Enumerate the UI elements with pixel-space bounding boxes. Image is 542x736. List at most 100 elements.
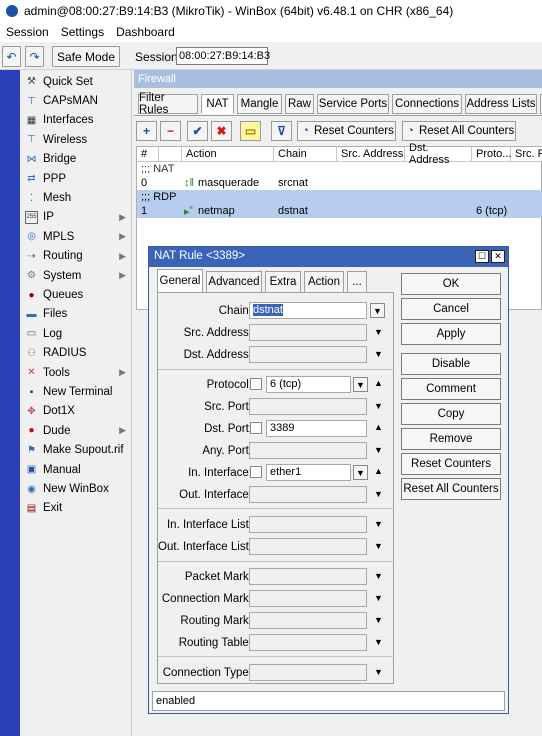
src-address-input[interactable] <box>249 324 367 341</box>
sidebar-item-files[interactable]: ▬ Files <box>20 305 132 324</box>
table-row-comment-rdp[interactable]: ;;; RDP <box>137 190 542 204</box>
sidebar-item-quick-set[interactable]: ⚒ Quick Set <box>20 72 132 91</box>
disable-button[interactable]: Disable <box>401 353 501 375</box>
dst-port-collapse-icon[interactable]: ▲ <box>374 422 383 432</box>
column-header-number[interactable]: # <box>137 147 159 162</box>
enable-icon[interactable]: ✔ <box>187 121 208 141</box>
sidebar-item-ppp[interactable]: ⇄ PPP <box>20 169 132 188</box>
sidebar-item-tools[interactable]: ✕ Tools ▶ <box>20 363 132 382</box>
reset-counters-button[interactable]: ◔ Reset Counters <box>297 121 396 141</box>
tab-filter-rules[interactable]: Filter Rules <box>138 92 198 116</box>
cancel-button[interactable]: Cancel <box>401 298 501 320</box>
reset-counters-button[interactable]: Reset Counters <box>401 453 501 475</box>
connection-mark-expand-icon[interactable]: ▼ <box>374 593 383 603</box>
remove-button[interactable]: Remove <box>401 428 501 450</box>
sidebar-item-mpls[interactable]: ◎ MPLS ▶ <box>20 227 132 246</box>
tab-extra[interactable]: Extra <box>265 271 301 293</box>
table-row-comment-nat[interactable]: ;;; NAT <box>137 162 542 176</box>
src-port-input[interactable] <box>249 398 367 415</box>
out-interface-list-expand-icon[interactable]: ▼ <box>374 541 383 551</box>
sidebar-item-bridge[interactable]: ⋈ Bridge <box>20 150 132 169</box>
any-port-expand-icon[interactable]: ▼ <box>374 445 383 455</box>
sidebar-item-dot1x[interactable]: ✥ Dot1X <box>20 402 132 421</box>
apply-button[interactable]: Apply <box>401 323 501 345</box>
sidebar-item-queues[interactable]: ● Queues <box>20 285 132 304</box>
sidebar-item-ip[interactable]: 255 IP ▶ <box>20 208 132 227</box>
connection-type-expand-icon[interactable]: ▼ <box>374 667 383 677</box>
sidebar-item-exit[interactable]: ▤ Exit <box>20 499 132 518</box>
column-header-chain[interactable]: Chain <box>274 147 337 162</box>
table-row[interactable]: 0 ↕‖ masquerade srcnat <box>137 176 542 190</box>
chain-dropdown-icon[interactable]: ▼ <box>370 303 385 318</box>
sidebar-item-routing[interactable]: ⇢ Routing ▶ <box>20 247 132 266</box>
copy-button[interactable]: Copy <box>401 403 501 425</box>
undo-icon[interactable]: ↶ <box>2 46 21 67</box>
in-interface-collapse-icon[interactable]: ▲ <box>374 466 383 476</box>
in-interface-negate-checkbox[interactable] <box>250 466 262 478</box>
column-header-src-address[interactable]: Src. Address <box>337 147 405 162</box>
sidebar-item-new-terminal[interactable]: ▪ New Terminal <box>20 382 132 401</box>
ok-button[interactable]: OK <box>401 273 501 295</box>
sidebar-item-log[interactable]: ▭ Log <box>20 324 132 343</box>
redo-icon[interactable]: ↷ <box>25 46 44 67</box>
sidebar-item-make-supout-rif[interactable]: ⚑ Make Supout.rif <box>20 441 132 460</box>
column-header-protocol[interactable]: Proto... <box>472 147 511 162</box>
sidebar-item-wireless[interactable]: ⊤ Wireless <box>20 130 132 149</box>
out-interface-input[interactable] <box>249 486 367 503</box>
column-header-dst-address[interactable]: Dst. Address <box>405 142 472 166</box>
src-port-expand-icon[interactable]: ▼ <box>374 401 383 411</box>
routing-mark-expand-icon[interactable]: ▼ <box>374 615 383 625</box>
sidebar-item-dude[interactable]: ● Dude ▶ <box>20 421 132 440</box>
tab-advanced[interactable]: Advanced <box>206 271 262 293</box>
connection-type-input[interactable] <box>249 664 367 681</box>
comment-icon[interactable]: ▭ <box>240 121 261 141</box>
routing-mark-input[interactable] <box>249 612 367 629</box>
dst-address-input[interactable] <box>249 346 367 363</box>
any-port-input[interactable] <box>249 442 367 459</box>
tab-action[interactable]: Action <box>304 271 344 293</box>
packet-mark-input[interactable] <box>249 568 367 585</box>
column-header-action[interactable]: Action <box>182 147 274 162</box>
protocol-dropdown-icon[interactable]: ▼ <box>353 377 368 392</box>
table-row-selected[interactable]: 1 ▸˚ netmap dstnat 6 (tcp) <box>137 204 542 218</box>
remove-icon[interactable]: − <box>160 121 181 141</box>
reset-all-counters-button[interactable]: Reset All Counters <box>401 478 501 500</box>
comment-button[interactable]: Comment <box>401 378 501 400</box>
add-icon[interactable]: + <box>136 121 157 141</box>
column-header-src-port[interactable]: Src. Port <box>511 147 542 162</box>
menu-dashboard[interactable]: Dashboard <box>110 25 181 39</box>
in-interface-input[interactable]: ether1 <box>266 464 351 481</box>
protocol-input[interactable]: 6 (tcp) <box>266 376 351 393</box>
sidebar-item-capsman[interactable]: ⊤ CAPsMAN <box>20 91 132 110</box>
menu-settings[interactable]: Settings <box>55 25 110 39</box>
out-interface-list-input[interactable] <box>249 538 367 555</box>
reset-all-counters-button[interactable]: ◔ Reset All Counters <box>402 121 516 141</box>
maximize-icon[interactable]: ☐ <box>475 250 489 263</box>
out-interface-expand-icon[interactable]: ▼ <box>374 489 383 499</box>
routing-table-expand-icon[interactable]: ▼ <box>374 637 383 647</box>
in-interface-dropdown-icon[interactable]: ▼ <box>353 465 368 480</box>
protocol-negate-checkbox[interactable] <box>250 378 262 390</box>
disable-icon[interactable]: ✖ <box>211 121 232 141</box>
filter-icon[interactable]: ⊽ <box>271 121 292 141</box>
dst-port-negate-checkbox[interactable] <box>250 422 262 434</box>
src-address-expand-icon[interactable]: ▼ <box>374 327 383 337</box>
in-interface-list-expand-icon[interactable]: ▼ <box>374 519 383 529</box>
sidebar-item-manual[interactable]: ▣ Manual <box>20 460 132 479</box>
tab-raw[interactable]: Raw <box>285 94 314 114</box>
routing-table-input[interactable] <box>249 634 367 651</box>
packet-mark-expand-icon[interactable]: ▼ <box>374 571 383 581</box>
tab-mangle[interactable]: Mangle <box>237 94 282 114</box>
session-field[interactable]: 08:00:27:B9:14:B3 <box>176 47 270 65</box>
tab-more[interactable]: ... <box>347 271 367 293</box>
connection-mark-input[interactable] <box>249 590 367 607</box>
sidebar-item-radius[interactable]: ⚇ RADIUS <box>20 344 132 363</box>
sidebar-item-mesh[interactable]: ⁚ Mesh <box>20 188 132 207</box>
sidebar-item-interfaces[interactable]: ▦ Interfaces <box>20 111 132 130</box>
sidebar-item-new-winbox[interactable]: ◉ New WinBox <box>20 479 132 498</box>
tab-service-ports[interactable]: Service Ports <box>317 94 389 114</box>
in-interface-list-input[interactable] <box>249 516 367 533</box>
close-icon[interactable]: ✕ <box>491 250 505 263</box>
tab-address-lists[interactable]: Address Lists <box>465 94 537 114</box>
sidebar-item-system[interactable]: ⚙ System ▶ <box>20 266 132 285</box>
